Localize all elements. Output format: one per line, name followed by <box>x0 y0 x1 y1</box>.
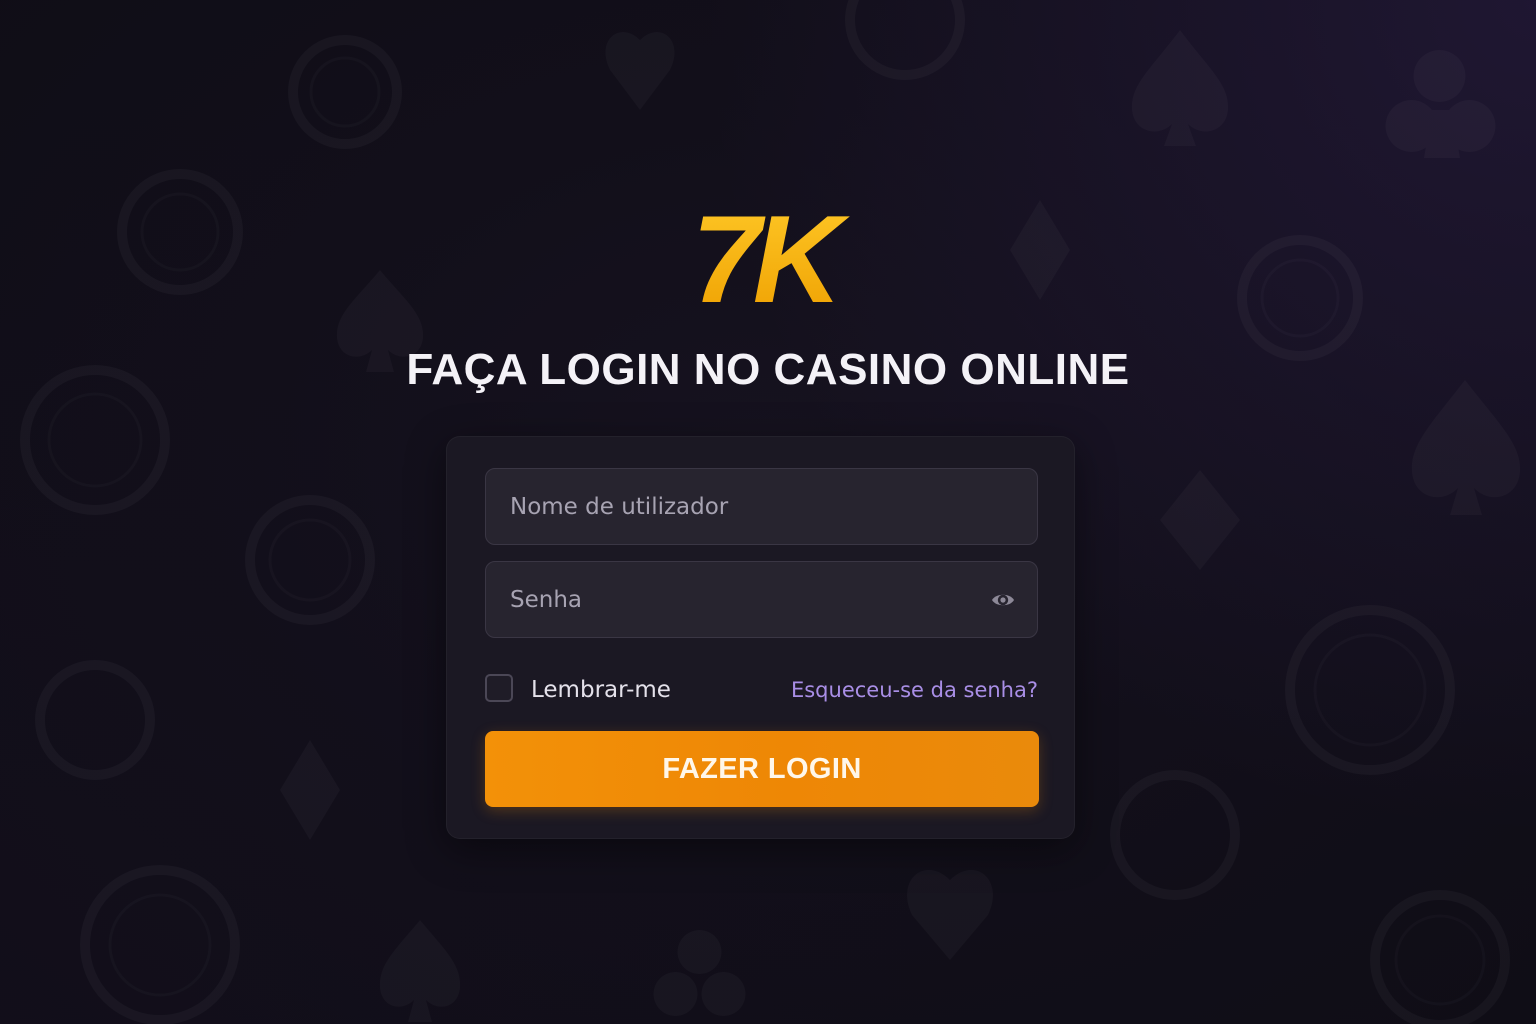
diamond-icon <box>280 740 340 840</box>
poker-chip-icon <box>1242 240 1358 356</box>
username-input[interactable] <box>486 469 1037 544</box>
page-title: FAÇA LOGIN NO CASINO ONLINE <box>406 345 1130 394</box>
poker-chip-icon <box>250 500 370 620</box>
club-icon <box>1386 50 1496 158</box>
login-card: Lembrar-me Esqueceu-se da senha? FAZER L… <box>446 436 1075 839</box>
diamond-icon <box>1010 200 1070 300</box>
password-field <box>485 561 1038 638</box>
spade-icon <box>380 920 460 1022</box>
spade-icon <box>1412 380 1520 515</box>
poker-chip-icon <box>850 0 960 75</box>
forgot-password-link[interactable]: Esqueceu-se da senha? <box>791 675 1038 705</box>
login-button[interactable]: FAZER LOGIN <box>485 731 1039 807</box>
club-icon <box>654 930 746 1016</box>
spade-icon <box>1132 30 1228 146</box>
poker-chip-icon <box>40 665 150 775</box>
poker-chip-icon <box>293 40 397 144</box>
heart-icon <box>605 32 674 110</box>
logo-text: 7K <box>692 196 851 316</box>
remember-label[interactable]: Lembrar-me <box>531 675 671 705</box>
remember-row: Lembrar-me Esqueceu-se da senha? <box>485 673 1038 707</box>
poker-chip-icon <box>85 870 235 1020</box>
brand-logo-image: 7K <box>692 191 859 329</box>
heart-icon <box>907 870 993 960</box>
poker-chip-icon <box>1115 775 1235 895</box>
diamond-icon <box>1160 470 1240 570</box>
brand-logo: 7K <box>668 191 859 329</box>
password-input[interactable] <box>486 562 1037 637</box>
poker-chip-icon <box>122 174 238 290</box>
remember-checkbox[interactable] <box>485 674 513 702</box>
username-field <box>485 468 1038 545</box>
eye-icon[interactable] <box>989 588 1017 612</box>
